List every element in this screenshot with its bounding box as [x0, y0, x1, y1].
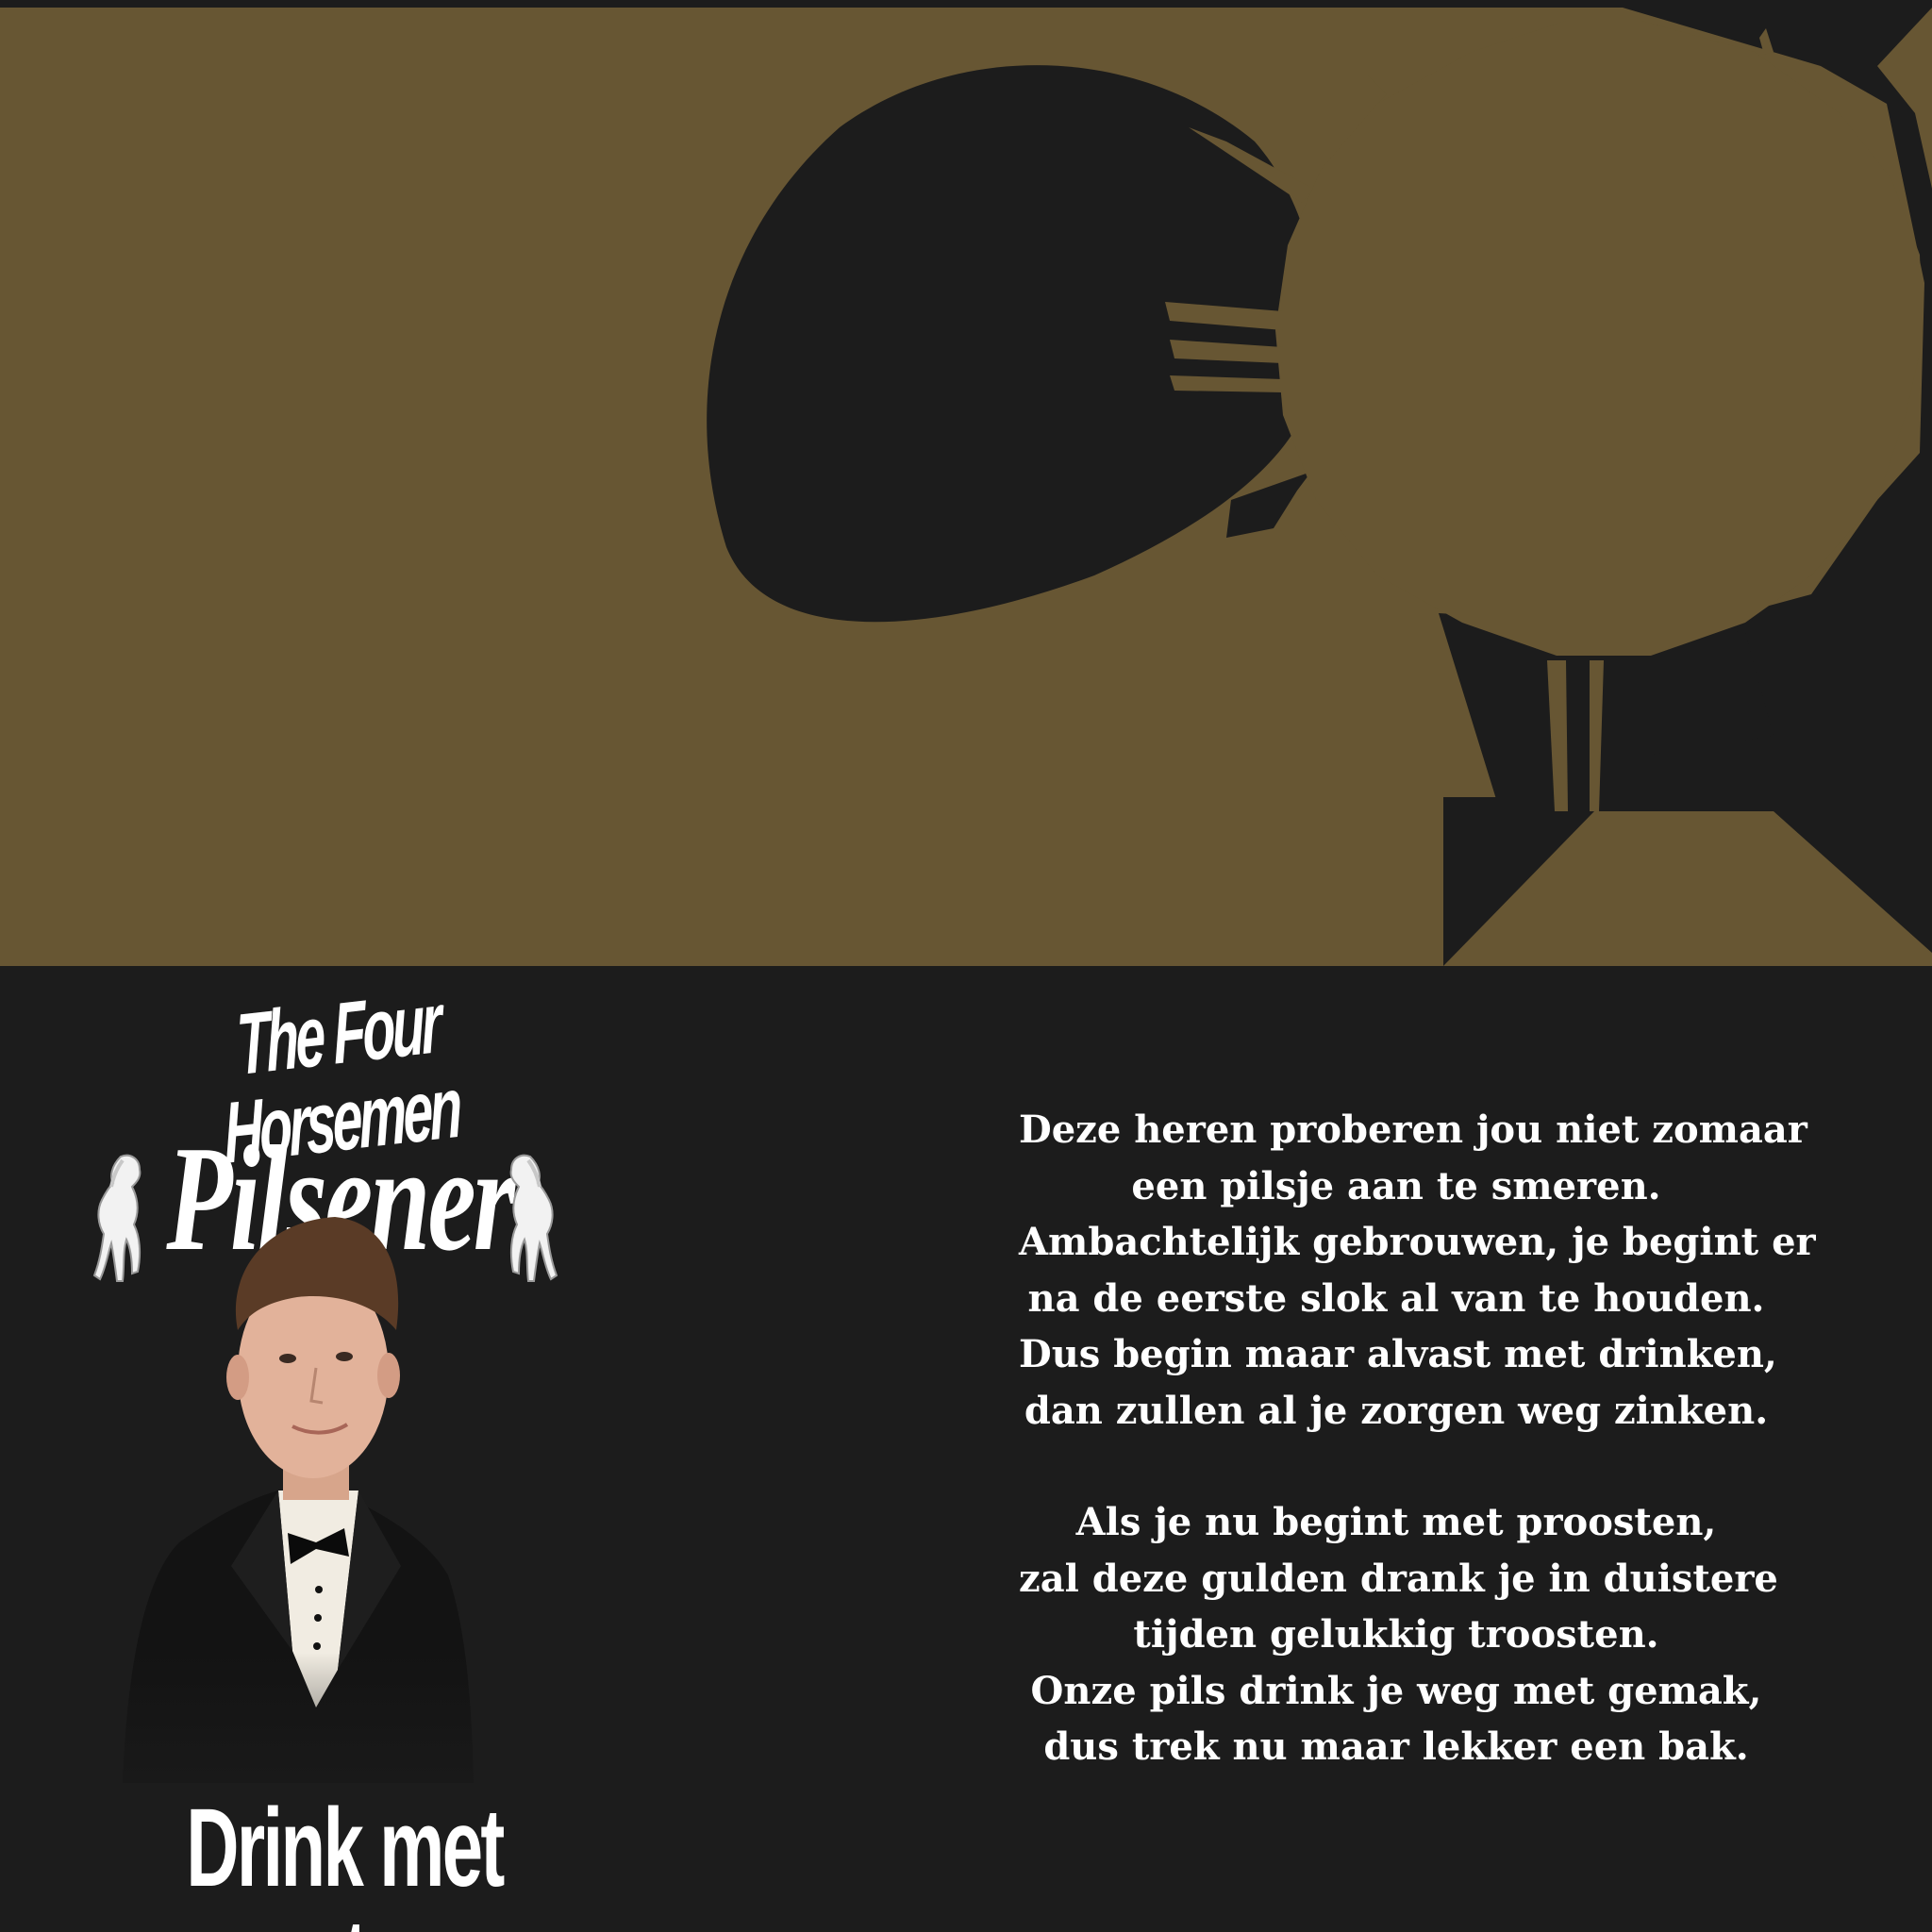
beer-label-sheet: The Four Horsemen Pilsener Drink met Dez…: [0, 0, 1932, 1932]
poem-line: Als je nu begint met proosten,: [1075, 1500, 1717, 1544]
stanza-gap: [1019, 1439, 1774, 1494]
poem-line: Dus begin maar alvast met drinken,: [1019, 1332, 1777, 1376]
person-portrait: [123, 1217, 575, 1840]
top-gold-artwork: [0, 0, 1932, 966]
poem-line: dan zullen al je zorgen weg zinken.: [1024, 1388, 1769, 1433]
poem-line: Deze heren proberen jou niet zomaar: [1019, 1108, 1807, 1152]
top-dark-strip: [0, 0, 1932, 8]
poem-line: zal deze gulden drank je in duistere: [1019, 1556, 1778, 1601]
slogan: Drink met maten: [186, 1786, 505, 1932]
poem-line: Ambachtelijk gebrouwen, je begint er: [1019, 1220, 1816, 1264]
poem-line: dus trek nu maar lekker een bak.: [1043, 1724, 1749, 1769]
poem-line: Onze pils drink je weg met gemak,: [1030, 1668, 1762, 1713]
poem-line: tijden gelukkig troosten.: [1133, 1612, 1659, 1657]
poem: Deze heren proberen jou niet zomaar een …: [1019, 1102, 1816, 1775]
poem-line: na de eerste slok al van te houden.: [1027, 1275, 1765, 1321]
poem-line: een pilsje aan te smeren.: [1131, 1163, 1661, 1208]
